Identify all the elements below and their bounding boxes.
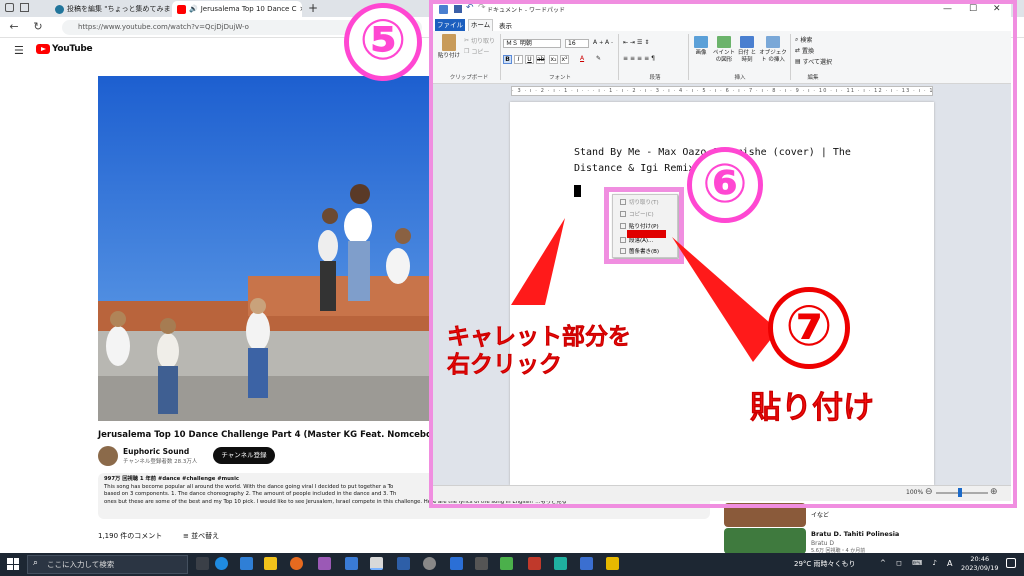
app-icon[interactable] [397, 557, 410, 570]
app-icon[interactable] [345, 557, 358, 570]
clock-time: 20:46 [970, 555, 990, 563]
app-icon[interactable] [606, 557, 619, 570]
step-6-badge: ⑥ [687, 147, 763, 223]
app-icon[interactable] [423, 557, 436, 570]
app-icon[interactable] [580, 557, 593, 570]
instruction-line: 右クリック [447, 352, 563, 379]
app-icon[interactable] [528, 557, 541, 570]
annotation-arrows [511, 218, 778, 362]
app-icon[interactable] [500, 557, 513, 570]
app-icon[interactable] [554, 557, 567, 570]
app-icon[interactable] [318, 557, 331, 570]
explorer-icon[interactable] [264, 557, 277, 570]
taskbar-clock[interactable]: 20:46 2023/09/19 [961, 555, 998, 573]
edge-icon[interactable] [215, 557, 228, 570]
paste-arrow [672, 237, 778, 362]
ime-indicator[interactable]: A [947, 559, 952, 568]
wordpad-taskbar-icon[interactable] [370, 557, 383, 570]
clock-date: 2023/09/19 [961, 564, 999, 572]
instruction-line: キャレット部分を [447, 324, 632, 351]
step-5-badge: ⑤ [344, 3, 422, 81]
firefox-icon[interactable] [290, 557, 303, 570]
task-view-icon[interactable] [196, 557, 209, 570]
mail-icon[interactable] [240, 557, 253, 570]
calendar-app-icon[interactable] [450, 557, 463, 570]
caret-instruction: キャレット部分を 右クリック [447, 323, 632, 379]
weather-widget[interactable]: 29°C 雨時々くもり [794, 559, 856, 569]
taskbar-search-input[interactable]: ここに入力して検索 [27, 555, 188, 574]
step-7-badge: ⑦ [768, 287, 850, 369]
windows-start-icon[interactable] [7, 558, 19, 570]
notification-icon[interactable] [1006, 558, 1016, 568]
caret-arrow [511, 218, 565, 305]
system-tray-icons[interactable]: ^ ◻ ⌨ ♪ [880, 559, 941, 567]
search-icon: ⌕ [33, 558, 39, 568]
settings-icon[interactable] [475, 557, 488, 570]
paste-instruction: 貼り付け [750, 390, 875, 427]
